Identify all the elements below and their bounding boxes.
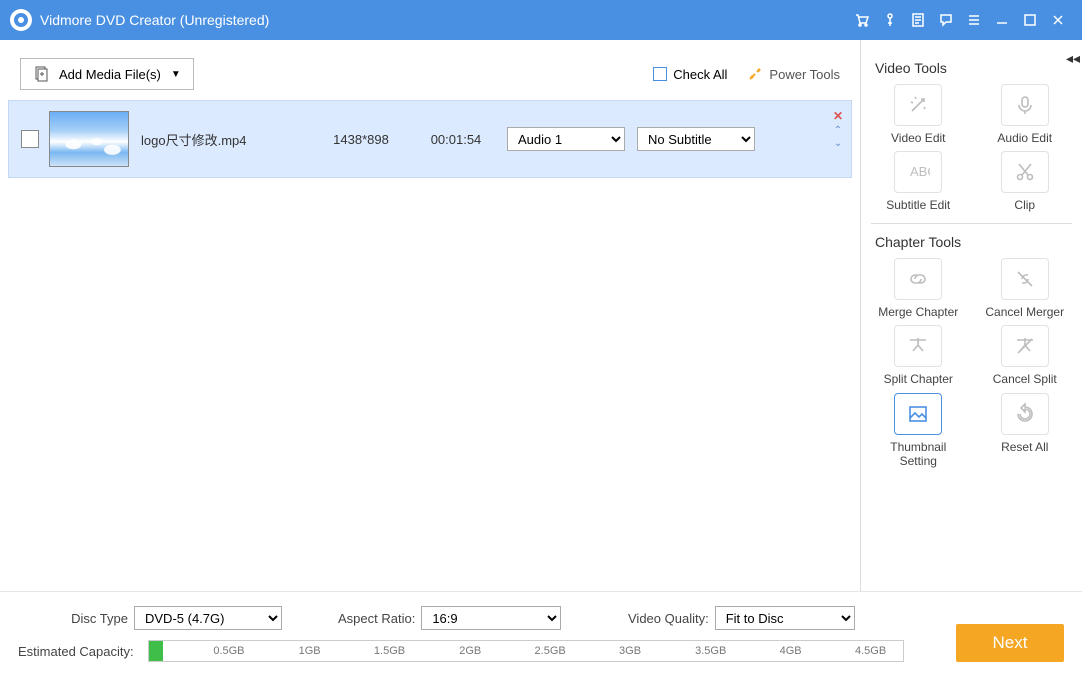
feedback-icon[interactable] bbox=[934, 8, 958, 32]
tools-panel: ◂◂ Video Tools Video Edit Audio Edit ABC… bbox=[860, 40, 1082, 591]
subtitle-select[interactable]: No Subtitle bbox=[637, 127, 755, 151]
split-icon bbox=[906, 334, 930, 358]
wand-icon bbox=[906, 93, 930, 117]
row-checkbox[interactable] bbox=[21, 130, 39, 148]
video-quality-select[interactable]: Fit to Disc bbox=[715, 606, 855, 630]
clip-tool[interactable]: Clip bbox=[978, 151, 1073, 212]
key-icon[interactable] bbox=[878, 8, 902, 32]
register-icon[interactable] bbox=[906, 8, 930, 32]
file-list: logo尺寸修改.mp4 1438*898 00:01:54 Audio 1 N… bbox=[0, 100, 860, 591]
cancel-split-tool[interactable]: Cancel Split bbox=[978, 325, 1073, 386]
scissors-icon bbox=[1013, 160, 1037, 184]
power-tools-label: Power Tools bbox=[769, 67, 840, 82]
disc-type-select[interactable]: DVD-5 (4.7G) bbox=[134, 606, 282, 630]
maximize-icon[interactable] bbox=[1018, 8, 1042, 32]
video-quality-label: Video Quality: bbox=[628, 611, 709, 626]
close-icon[interactable] bbox=[1046, 8, 1070, 32]
disc-type-label: Disc Type bbox=[18, 611, 128, 626]
video-thumbnail bbox=[49, 111, 129, 167]
collapse-panel-icon[interactable]: ◂◂ bbox=[1066, 50, 1080, 67]
audio-track-select[interactable]: Audio 1 bbox=[507, 127, 625, 151]
titlebar: Vidmore DVD Creator (Unregistered) bbox=[0, 0, 1082, 40]
bottom-bar: Disc Type DVD-5 (4.7G) Aspect Ratio: 16:… bbox=[0, 591, 1082, 691]
abc-icon: ABC bbox=[906, 160, 930, 184]
capacity-bar: 0.5GB 1GB 1.5GB 2GB 2.5GB 3GB 3.5GB 4GB … bbox=[148, 640, 904, 662]
move-up-icon[interactable]: ⌃ bbox=[834, 126, 842, 136]
buy-icon[interactable] bbox=[850, 8, 874, 32]
merge-chapter-tool[interactable]: Merge Chapter bbox=[871, 258, 966, 319]
aspect-ratio-label: Aspect Ratio: bbox=[338, 611, 415, 626]
next-button[interactable]: Next bbox=[956, 624, 1064, 662]
video-tools-heading: Video Tools bbox=[875, 60, 1072, 76]
file-resolution: 1438*898 bbox=[311, 132, 411, 147]
thumbnail-icon bbox=[906, 402, 930, 426]
link-icon bbox=[906, 267, 930, 291]
reset-icon bbox=[1013, 402, 1037, 426]
move-down-icon[interactable]: ⌄ bbox=[834, 139, 842, 149]
file-name: logo尺寸修改.mp4 bbox=[141, 130, 311, 149]
minimize-icon[interactable] bbox=[990, 8, 1014, 32]
chapter-tools-heading: Chapter Tools bbox=[875, 234, 1072, 250]
cancel-merge-tool[interactable]: Cancel Merger bbox=[978, 258, 1073, 319]
chevron-down-icon: ▼ bbox=[171, 69, 181, 80]
capacity-ticks: 0.5GB 1GB 1.5GB 2GB 2.5GB 3GB 3.5GB 4GB … bbox=[149, 641, 903, 661]
app-logo-icon bbox=[10, 9, 32, 31]
tools-icon bbox=[747, 66, 763, 82]
split-chapter-tool[interactable]: Split Chapter bbox=[871, 325, 966, 386]
delete-row-icon[interactable]: ✕ bbox=[833, 109, 843, 123]
check-all-toggle[interactable]: Check All bbox=[653, 67, 727, 82]
checkbox-icon bbox=[653, 67, 667, 81]
video-edit-tool[interactable]: Video Edit bbox=[871, 84, 966, 145]
file-duration: 00:01:54 bbox=[411, 132, 501, 147]
aspect-ratio-select[interactable]: 16:9 bbox=[421, 606, 561, 630]
menu-icon[interactable] bbox=[962, 8, 986, 32]
power-tools-button[interactable]: Power Tools bbox=[747, 66, 840, 82]
unlink-icon bbox=[1013, 267, 1037, 291]
check-all-label: Check All bbox=[673, 67, 727, 82]
add-media-label: Add Media File(s) bbox=[59, 67, 161, 82]
cancel-split-icon bbox=[1013, 334, 1037, 358]
reset-all-tool[interactable]: Reset All bbox=[978, 393, 1073, 469]
subtitle-edit-tool[interactable]: ABCSubtitle Edit bbox=[871, 151, 966, 212]
add-media-button[interactable]: Add Media File(s) ▼ bbox=[20, 58, 194, 90]
capacity-label: Estimated Capacity: bbox=[18, 644, 142, 659]
window-title: Vidmore DVD Creator (Unregistered) bbox=[40, 12, 269, 28]
microphone-icon bbox=[1013, 93, 1037, 117]
audio-edit-tool[interactable]: Audio Edit bbox=[978, 84, 1073, 145]
svg-text:ABC: ABC bbox=[910, 164, 930, 179]
thumbnail-setting-tool[interactable]: Thumbnail Setting bbox=[871, 393, 966, 469]
file-row[interactable]: logo尺寸修改.mp4 1438*898 00:01:54 Audio 1 N… bbox=[8, 100, 852, 178]
add-file-icon bbox=[33, 65, 51, 83]
